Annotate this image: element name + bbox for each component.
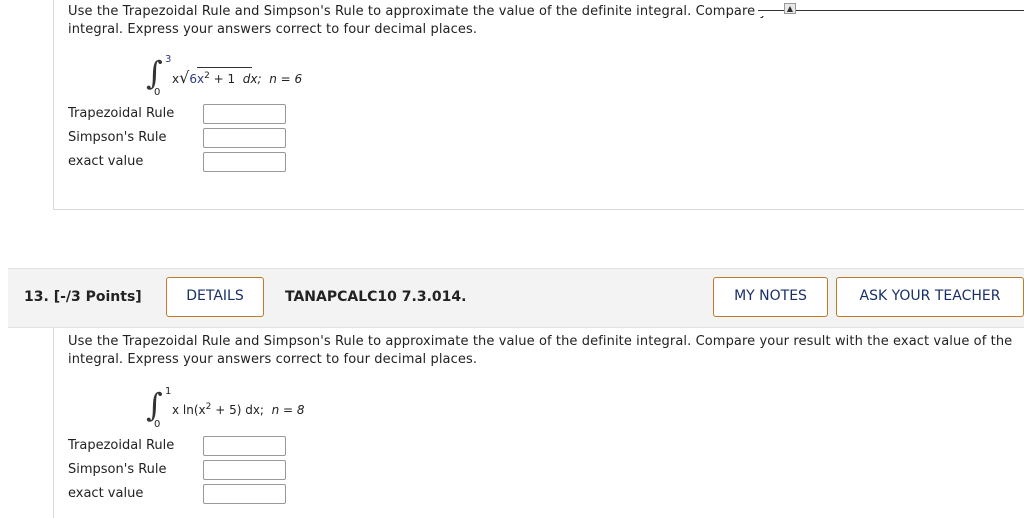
radicand-exponent: 2 (204, 71, 210, 81)
integral-sign-icon: ∫ (146, 54, 163, 92)
integral-expression: x ln(x2 + 5) dx; n = 8 (172, 402, 305, 417)
exact-value-answer-input[interactable] (203, 484, 286, 504)
trapezoidal-answer-input[interactable] (203, 104, 286, 124)
trapezoidal-label: Trapezoidal Rule (68, 438, 175, 453)
simpsons-label: Simpson's Rule (68, 130, 167, 145)
radicand: 6x (189, 72, 205, 86)
question-code: TANAPCALC10 7.3.014. (285, 289, 467, 305)
scroll-up-arrow-icon[interactable]: ▲ (784, 3, 796, 14)
lower-limit: 0 (154, 419, 161, 430)
text-overlay-strip (758, 4, 1024, 16)
integral-expression: x√6x2 + 1 dx; n = 6 (172, 68, 302, 87)
sqrt-icon: √ (179, 68, 190, 87)
question-13-number: 13. [-/3 Points] (24, 289, 142, 305)
exact-value-answer-input[interactable] (203, 152, 286, 172)
question-number: 13. (24, 289, 49, 305)
simpsons-answer-input[interactable] (203, 460, 286, 480)
question-12-prompt-line2: integral. Express your answers correct t… (68, 22, 478, 37)
n-label: n = 6 (269, 72, 303, 86)
radicand-rest: + 1 (213, 72, 236, 86)
my-notes-button[interactable]: MY NOTES (713, 277, 828, 317)
integrand-exponent: 2 (205, 402, 212, 412)
sqrt-bar (197, 67, 252, 68)
exact-value-label: exact value (68, 154, 144, 169)
upper-limit: 1 (165, 386, 172, 397)
n-label: n = 8 (271, 403, 305, 417)
question-12-prompt-line1: Use the Trapezoidal Rule and Simpson's R… (68, 4, 788, 19)
upper-limit: 3 (165, 54, 172, 65)
lower-limit: 0 (154, 87, 161, 98)
simpsons-answer-input[interactable] (203, 128, 286, 148)
trapezoidal-label: Trapezoidal Rule (68, 106, 175, 121)
ask-your-teacher-button[interactable]: ASK YOUR TEACHER (836, 277, 1024, 317)
integrand-post: + 5) dx; (215, 403, 264, 417)
trapezoidal-answer-input[interactable] (203, 436, 286, 456)
exact-value-label: exact value (68, 486, 144, 501)
details-button[interactable]: DETAILS (166, 277, 264, 317)
question-13-prompt: Use the Trapezoidal Rule and Simpson's R… (68, 334, 1013, 367)
integral-sign-icon: ∫ (146, 386, 163, 424)
simpsons-label: Simpson's Rule (68, 462, 167, 477)
points-label: [-/3 Points] (53, 289, 142, 305)
integrand-pre: x ln(x (172, 403, 206, 417)
dx-label: dx; (242, 72, 262, 86)
